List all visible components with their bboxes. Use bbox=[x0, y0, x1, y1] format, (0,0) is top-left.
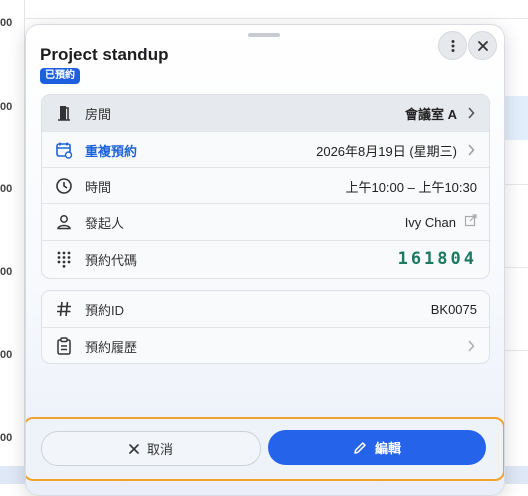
chevron-right-icon bbox=[465, 107, 477, 119]
booking-history-label: 預約履歷 bbox=[85, 339, 138, 355]
edit-label: 編輯 bbox=[374, 441, 401, 456]
door-icon bbox=[54, 103, 74, 123]
open-external-icon[interactable] bbox=[464, 214, 477, 230]
status-badge: 已預約 bbox=[40, 68, 80, 84]
organizer-row: 發起人 Ivy Chan bbox=[42, 203, 489, 240]
room-value-group: 會議室 A bbox=[405, 104, 477, 123]
organizer-label: 發起人 bbox=[85, 215, 125, 231]
booking-id-value: BK0075 bbox=[430, 301, 477, 317]
more-options-button[interactable] bbox=[438, 31, 467, 60]
time-label: 00 bbox=[0, 349, 13, 361]
clock-icon bbox=[54, 176, 74, 196]
room-row[interactable]: 房間 會議室 A bbox=[42, 95, 489, 131]
time-row: 時間 上午10:00 – 上午10:30 bbox=[42, 167, 489, 204]
drag-handle[interactable] bbox=[248, 33, 280, 37]
room-label: 房間 bbox=[85, 106, 112, 122]
person-icon bbox=[54, 212, 74, 232]
time-label: 00 bbox=[0, 101, 13, 113]
close-button[interactable] bbox=[468, 31, 497, 60]
booking-detail-panel: Project standup 已預約 房間 會議室 A 重複預約 2026年8… bbox=[25, 24, 505, 496]
time-label: 00 bbox=[0, 266, 13, 278]
recurring-label: 重複預約 bbox=[85, 143, 138, 159]
booking-code-row: 預約代碼 161804 bbox=[42, 240, 489, 277]
organizer-value-group: Ivy Chan bbox=[405, 214, 477, 230]
booking-history-row[interactable]: 預約履歷 bbox=[42, 327, 489, 363]
time-label: 00 bbox=[0, 183, 13, 195]
recurring-value: 2026年8月19日 (星期三) bbox=[316, 143, 457, 159]
dialpad-icon bbox=[54, 249, 74, 269]
time-value: 上午10:00 – 上午10:30 bbox=[345, 179, 477, 195]
booking-title: Project standup bbox=[40, 45, 169, 64]
booking-details-card: 房間 會議室 A 重複預約 2026年8月19日 (星期三) 時間 上午10:0… bbox=[41, 94, 490, 279]
close-icon bbox=[477, 40, 488, 51]
booking-id-label: 預約ID bbox=[85, 302, 125, 318]
booking-code-label: 預約代碼 bbox=[85, 252, 138, 268]
time-label: 時間 bbox=[85, 179, 112, 195]
booking-id-row: 預約ID BK0075 bbox=[42, 291, 489, 327]
cancel-button[interactable]: 取消 bbox=[41, 431, 261, 466]
recurring-row[interactable]: 重複預約 2026年8月19日 (星期三) bbox=[42, 131, 489, 168]
action-footer: 取消 編輯 bbox=[26, 417, 504, 481]
history-chevron-group bbox=[465, 340, 477, 352]
cancel-label: 取消 bbox=[146, 442, 173, 457]
recurring-value-group: 2026年8月19日 (星期三) bbox=[316, 141, 477, 160]
chevron-right-icon bbox=[465, 340, 477, 352]
clipboard-icon bbox=[54, 336, 74, 356]
booking-code-value: 161804 bbox=[397, 249, 477, 269]
calendar-time-column: 00 00 00 00 00 00 bbox=[0, 0, 24, 484]
room-value: 會議室 A bbox=[404, 106, 457, 122]
more-vertical-icon bbox=[451, 39, 454, 52]
pencil-icon bbox=[354, 441, 366, 454]
close-icon bbox=[129, 443, 139, 454]
chevron-right-icon bbox=[465, 144, 477, 156]
time-label: 00 bbox=[0, 432, 13, 444]
organizer-value: Ivy Chan bbox=[404, 214, 456, 230]
edit-button[interactable]: 編輯 bbox=[268, 430, 486, 465]
calendar-gridline bbox=[24, 18, 528, 19]
time-label: 00 bbox=[0, 17, 13, 29]
calendar-repeat-icon bbox=[54, 140, 74, 160]
booking-meta-card: 預約ID BK0075 預約履歷 bbox=[41, 290, 490, 364]
hash-icon bbox=[54, 299, 74, 319]
